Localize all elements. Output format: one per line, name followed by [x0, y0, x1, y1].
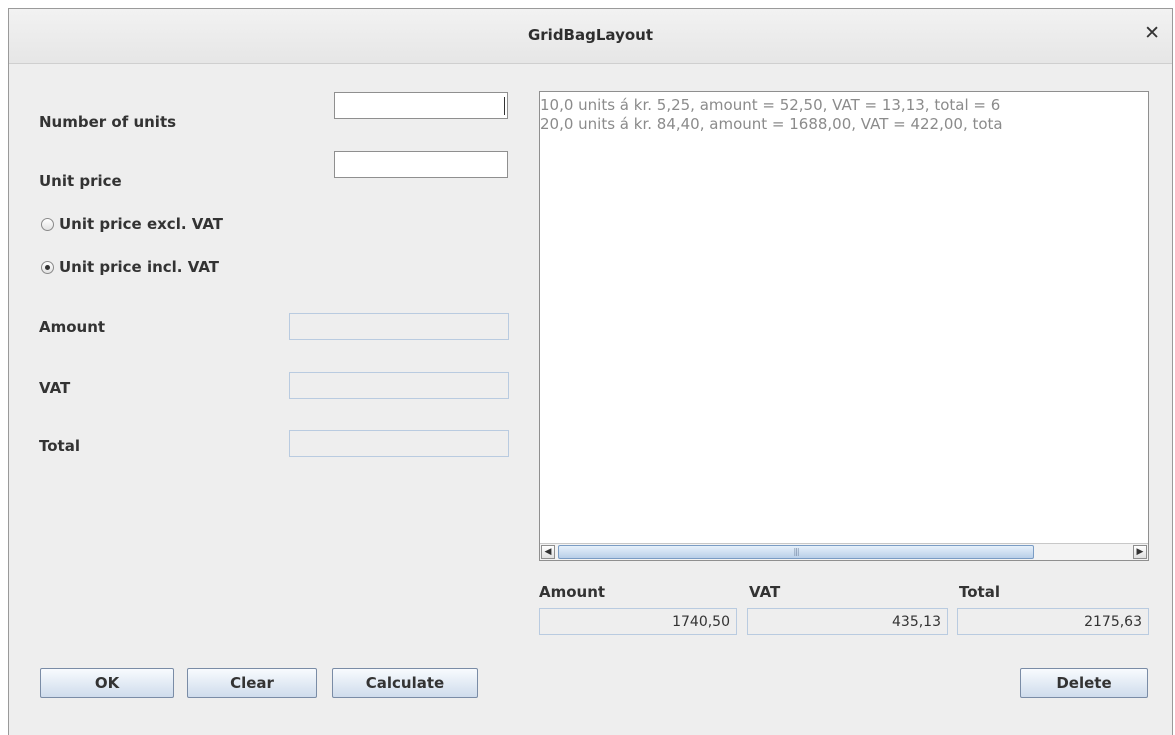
scroll-thumb[interactable]: |||	[558, 545, 1034, 559]
units-input[interactable]	[334, 92, 508, 119]
clear-button[interactable]: Clear	[187, 668, 317, 698]
radio-button-selected-icon[interactable]	[41, 260, 54, 274]
vat-field	[289, 372, 509, 399]
summary-amount-label: Amount	[539, 583, 606, 601]
grip-icon: |||	[793, 547, 799, 556]
ok-button[interactable]: OK	[40, 668, 174, 698]
summary-amount-field: 1740,50	[539, 608, 737, 635]
radio-excl-vat-label: Unit price excl. VAT	[59, 215, 224, 233]
total-label: Total	[39, 437, 80, 455]
radio-excl-vat[interactable]: Unit price excl. VAT	[41, 215, 223, 233]
summary-vat-field: 435,13	[747, 608, 948, 635]
delete-button[interactable]: Delete	[1020, 668, 1148, 698]
calculate-button[interactable]: Calculate	[332, 668, 478, 698]
radio-incl-vat[interactable]: Unit price incl. VAT	[41, 258, 219, 276]
gridbaglayout-window: GridBagLayout ✕ Number of units Unit pri…	[8, 8, 1173, 735]
summary-total-label: Total	[959, 583, 1000, 601]
arrow-right-icon[interactable]: ▶	[1133, 545, 1147, 559]
total-field	[289, 430, 509, 457]
horizontal-scrollbar[interactable]: ◀ ||| ▶	[540, 543, 1148, 560]
unit-price-label: Unit price	[39, 172, 122, 190]
unit-price-input[interactable]	[334, 151, 508, 178]
entries-list[interactable]: 10,0 units á kr. 5,25, amount = 52,50, V…	[539, 91, 1149, 561]
vat-label: VAT	[39, 379, 71, 397]
radio-button-icon[interactable]	[41, 217, 54, 231]
arrow-left-icon[interactable]: ◀	[541, 545, 555, 559]
list-item[interactable]: 10,0 units á kr. 5,25, amount = 52,50, V…	[540, 96, 1000, 115]
summary-vat-label: VAT	[749, 583, 781, 601]
units-label: Number of units	[39, 113, 177, 131]
amount-field	[289, 313, 509, 340]
close-icon[interactable]: ✕	[1144, 23, 1160, 43]
text-caret	[504, 97, 505, 115]
summary-total-field: 2175,63	[957, 608, 1149, 635]
title-bar[interactable]: GridBagLayout ✕	[9, 9, 1172, 64]
amount-label: Amount	[39, 318, 106, 336]
window-title: GridBagLayout	[527, 26, 654, 44]
radio-incl-vat-label: Unit price incl. VAT	[59, 258, 219, 276]
list-item[interactable]: 20,0 units á kr. 84,40, amount = 1688,00…	[540, 115, 1003, 134]
